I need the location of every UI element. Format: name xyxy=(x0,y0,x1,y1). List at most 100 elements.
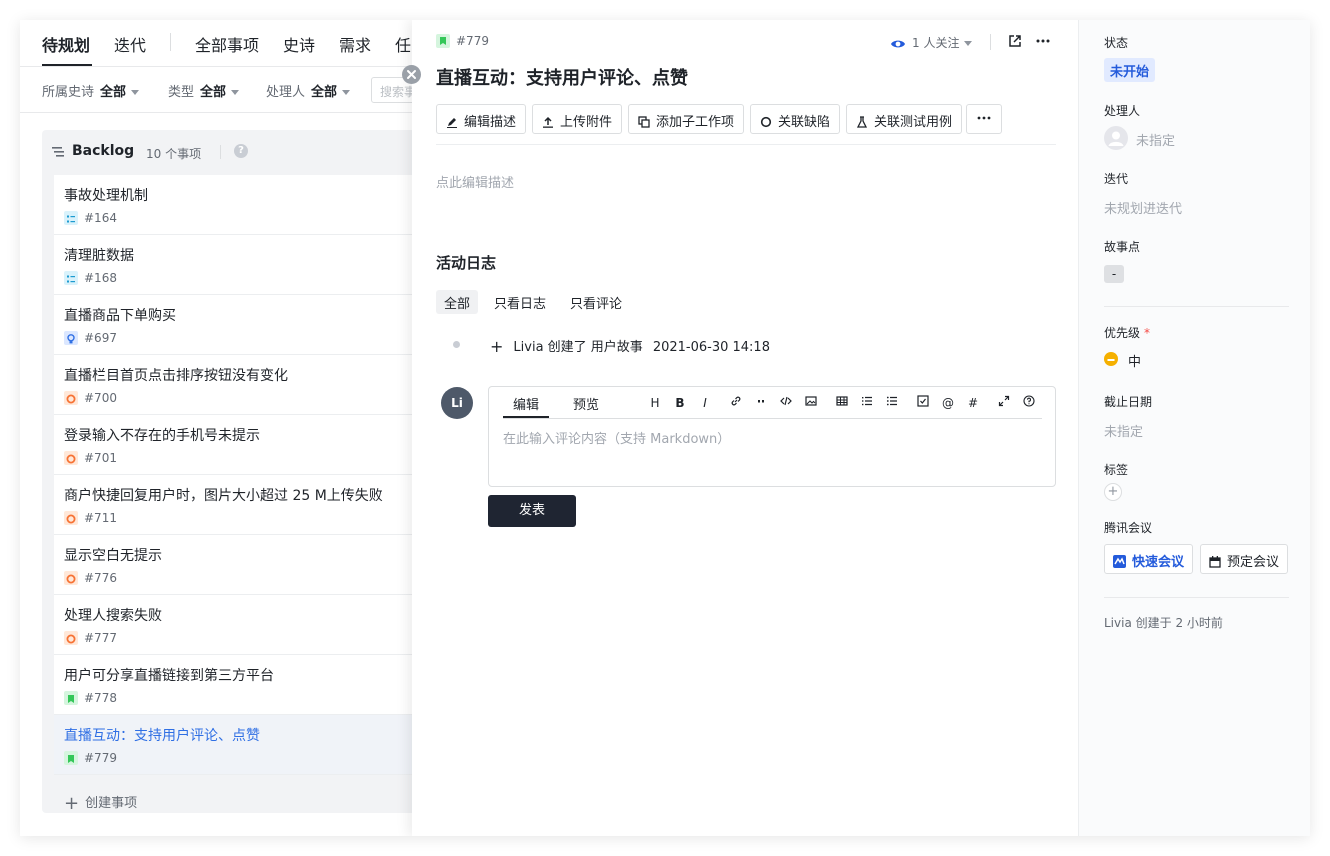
list-icon xyxy=(52,147,64,157)
tab-all-items[interactable]: 全部事项 xyxy=(195,32,259,56)
bold-button[interactable]: B xyxy=(672,395,688,411)
add-subtask-button[interactable]: 添加子工作项 xyxy=(628,104,745,134)
backlog-item[interactable]: 清理脏数据 #168 xyxy=(54,235,442,295)
backlog-item-title: 事故处理机制 xyxy=(64,188,148,204)
more-icon xyxy=(977,116,991,120)
backlog-item-id: #700 xyxy=(84,391,117,405)
story-points-label: 故事点 xyxy=(1104,240,1141,254)
requirement-icon xyxy=(64,331,78,345)
add-tag-button[interactable]: + xyxy=(1104,483,1122,501)
ordered-list-icon[interactable] xyxy=(859,395,875,411)
tab-requirement[interactable]: 需求 xyxy=(339,32,371,56)
backlog-item-title: 直播互动：支持用户评论、点赞 xyxy=(64,728,260,744)
code-icon[interactable] xyxy=(778,395,794,411)
backlog-item[interactable]: 直播互动：支持用户评论、点赞 #779 xyxy=(54,715,442,775)
backlog-item[interactable]: 登录输入不存在的手机号未提示 #701 xyxy=(54,415,442,475)
tab-planning[interactable]: 待规划 xyxy=(42,32,90,56)
follow-button[interactable]: 1 人关注 xyxy=(890,34,973,51)
backlog-item[interactable]: 用户可分享直播链接到第三方平台 #778 xyxy=(54,655,442,715)
backlog-item[interactable]: 处理人搜索失败 #777 xyxy=(54,595,442,655)
quick-meeting-button[interactable]: 快速会议 xyxy=(1104,544,1194,574)
help-icon[interactable] xyxy=(1021,395,1037,411)
backlog-item[interactable]: 事故处理机制 #164 xyxy=(54,175,442,235)
description-placeholder[interactable]: 点此编辑描述 xyxy=(436,172,514,191)
backlog-item[interactable]: 直播栏目首页点击排序按钮没有变化 #700 xyxy=(54,355,442,415)
italic-button[interactable]: I xyxy=(697,395,713,411)
priority-medium-icon xyxy=(1104,352,1118,366)
chevron-down-icon xyxy=(231,90,240,95)
tab-epic[interactable]: 史诗 xyxy=(283,32,315,56)
tab-iteration[interactable]: 迭代 xyxy=(114,32,146,56)
due-date-value[interactable]: 未指定 xyxy=(1104,421,1143,440)
backlog-item-title: 处理人搜索失败 xyxy=(64,608,162,624)
story-icon xyxy=(64,751,78,765)
heading-button[interactable]: H xyxy=(647,395,663,411)
expand-icon[interactable] xyxy=(996,395,1012,411)
backlog-item[interactable]: 直播商品下单购买 #697 xyxy=(54,295,442,355)
log-tab-comments[interactable]: 只看评论 xyxy=(562,290,630,314)
editor-tab-preview[interactable]: 预览 xyxy=(573,394,599,413)
close-icon[interactable] xyxy=(402,65,421,84)
chevron-down-icon xyxy=(964,41,973,46)
log-tab-logs[interactable]: 只看日志 xyxy=(486,290,554,314)
backlog-item-title: 清理脏数据 xyxy=(64,248,134,264)
status-badge[interactable]: 未开始 xyxy=(1104,58,1156,82)
editor-toolbar-divider xyxy=(503,418,1042,419)
more-actions-button[interactable] xyxy=(966,104,1002,134)
issue-id: #779 xyxy=(436,34,489,48)
publish-button[interactable]: 发表 xyxy=(488,495,576,527)
hashtag-button[interactable]: # xyxy=(965,395,981,411)
tab-task[interactable]: 任 xyxy=(395,32,411,56)
book-meeting-button[interactable]: 预定会议 xyxy=(1200,544,1289,574)
filter-bar: 所属史诗 全部 类型 全部 处理人 全部 搜索事 xyxy=(20,67,461,113)
type-filter[interactable]: 类型 全部 xyxy=(168,81,240,100)
priority-value[interactable]: 中 xyxy=(1128,351,1141,370)
issue-detail-panel: #779 1 人关注 直播互动：支持用户评论、点赞 编辑描述 上传附件 添加子工… xyxy=(412,20,1310,836)
checkbox-icon[interactable] xyxy=(915,395,931,411)
backlog-count: 10 个事项 xyxy=(146,147,202,161)
user-icon[interactable] xyxy=(1104,126,1128,150)
open-external-icon[interactable] xyxy=(1008,34,1022,48)
more-icon[interactable] xyxy=(1036,34,1050,48)
backlog-item[interactable]: 商户快捷回复用户时，图片大小超过 25 M上传失败 #711 xyxy=(54,475,442,535)
story-points-value[interactable]: - xyxy=(1104,265,1124,283)
iteration-label: 迭代 xyxy=(1104,172,1129,186)
iteration-value[interactable]: 未规划进迭代 xyxy=(1104,198,1182,217)
epic-filter[interactable]: 所属史诗 全部 xyxy=(42,81,140,100)
plus-icon: + xyxy=(490,337,504,356)
upload-attachment-button[interactable]: 上传附件 xyxy=(532,104,623,134)
issue-title[interactable]: 直播互动：支持用户评论、点赞 xyxy=(436,64,688,90)
meeting-icon xyxy=(1113,555,1126,568)
assignee-value[interactable]: 未指定 xyxy=(1136,130,1175,149)
image-icon[interactable] xyxy=(803,395,819,411)
table-icon[interactable] xyxy=(834,395,850,411)
edit-description-button[interactable]: 编辑描述 xyxy=(436,104,527,134)
help-icon[interactable]: ? xyxy=(234,144,248,158)
backlog-item-id: #779 xyxy=(84,751,117,765)
bug-icon xyxy=(64,451,78,465)
link-test-case-button[interactable]: 关联测试用例 xyxy=(846,104,963,134)
avatar: Li xyxy=(441,387,473,419)
bullet-list-icon[interactable] xyxy=(884,395,900,411)
bug-icon xyxy=(64,511,78,525)
backlog-item-id: #778 xyxy=(84,691,117,705)
link-icon[interactable] xyxy=(728,395,744,411)
create-item-button[interactable]: + 创建事项 xyxy=(64,792,137,814)
status-label: 状态 xyxy=(1104,36,1129,50)
log-tab-all[interactable]: 全部 xyxy=(436,290,479,314)
backlog-list: 事故处理机制 #164 清理脏数据 #168 直播商品下单购买 #697 直播栏目首页点击排… xyxy=(54,175,442,775)
backlog-item-title: 用户可分享直播链接到第三方平台 xyxy=(64,668,274,684)
mention-button[interactable]: @ xyxy=(940,395,956,411)
link-bug-button[interactable]: 关联缺陷 xyxy=(750,104,841,134)
tencent-meeting-label: 腾讯会议 xyxy=(1104,521,1153,535)
divider xyxy=(1104,597,1289,598)
backlog-item[interactable]: 显示空白无提示 #776 xyxy=(54,535,442,595)
comment-input[interactable]: 在此输入评论内容（支持 Markdown） xyxy=(503,428,730,447)
active-tab-indicator xyxy=(42,64,92,66)
editor-tab-edit[interactable]: 编辑 xyxy=(513,394,539,413)
quote-icon[interactable] xyxy=(753,395,769,411)
backlog-item-title: 直播栏目首页点击排序按钮没有变化 xyxy=(64,368,288,384)
backlog-item-id: #164 xyxy=(84,211,117,225)
due-date-label: 截止日期 xyxy=(1104,395,1153,409)
assignee-filter[interactable]: 处理人 全部 xyxy=(266,81,351,100)
